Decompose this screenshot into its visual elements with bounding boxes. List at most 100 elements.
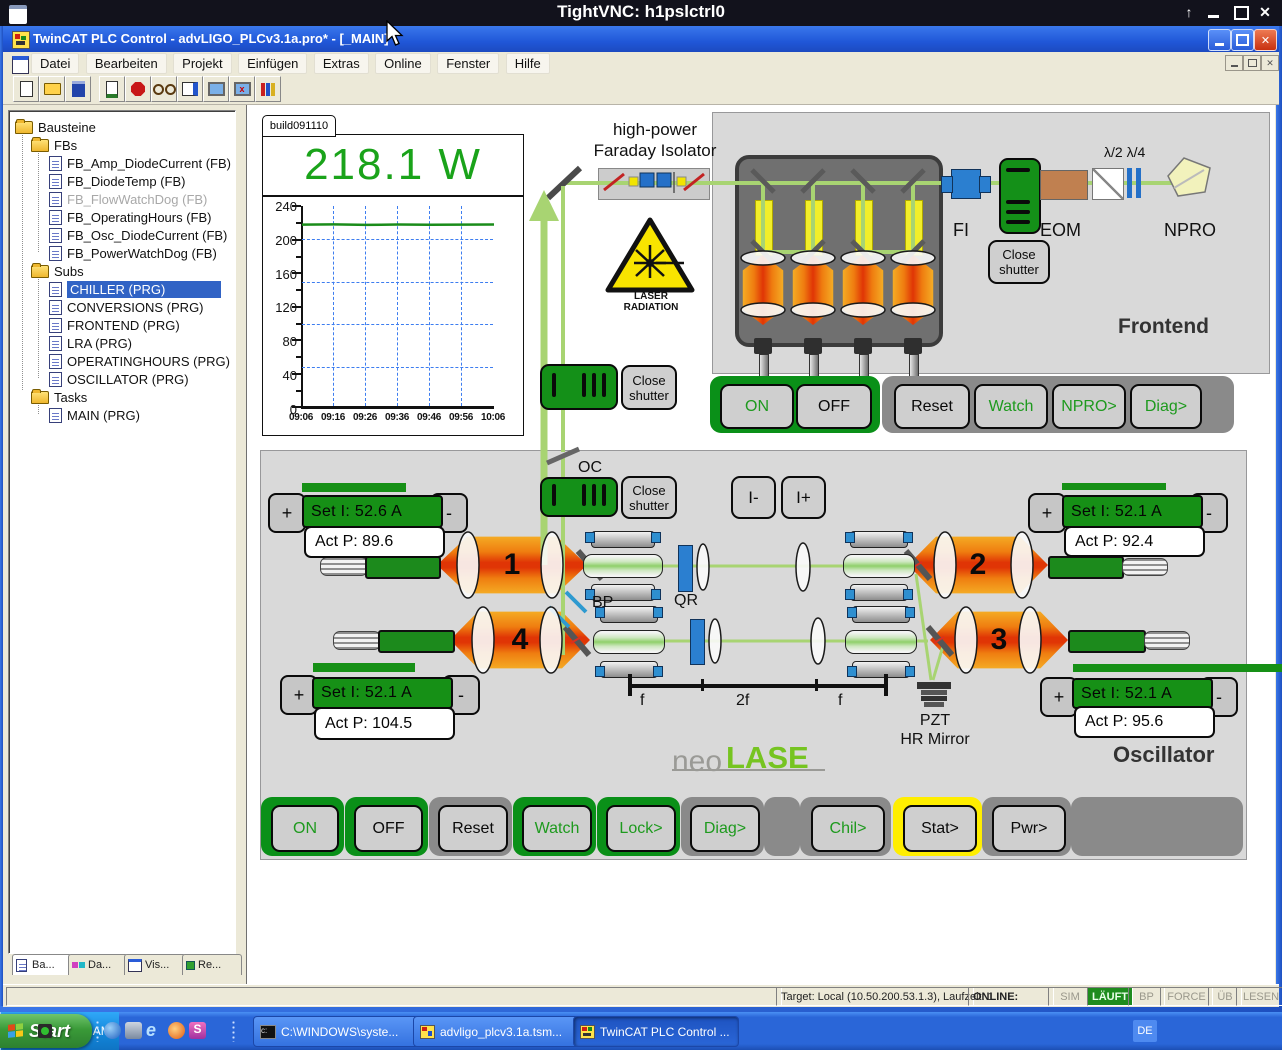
menu-fenster[interactable]: Fenster bbox=[437, 53, 499, 74]
tree-item[interactable]: MAIN (PRG) bbox=[49, 406, 140, 424]
hr-mirror-label: HR Mirror bbox=[885, 731, 985, 749]
tree-group-subs[interactable]: Subs bbox=[31, 262, 84, 280]
osc-on-button[interactable]: ON bbox=[271, 805, 339, 852]
oc-close-shutter-button[interactable]: Closeshutter bbox=[621, 476, 677, 519]
frontend-diag-button[interactable]: Diag> bbox=[1130, 384, 1202, 429]
power-bar-head-2 bbox=[1062, 483, 1166, 490]
current-decrement-button[interactable]: I- bbox=[731, 476, 776, 519]
head-1-plus-button[interactable]: + bbox=[268, 493, 306, 533]
menu-hilfe[interactable]: Hilfe bbox=[506, 53, 550, 74]
tree-item-disabled[interactable]: FB_FlowWatchDog (FB) bbox=[49, 190, 207, 208]
tree-item[interactable]: FRONTEND (PRG) bbox=[49, 316, 180, 334]
tab-data-types[interactable]: Da... bbox=[68, 954, 128, 975]
windows-logo-icon bbox=[8, 1023, 24, 1039]
menu-einfuegen[interactable]: Einfügen bbox=[238, 53, 307, 74]
library-button[interactable] bbox=[255, 76, 281, 102]
osc-stat-button[interactable]: Stat> bbox=[903, 805, 977, 852]
frontend-reset-button[interactable]: Reset bbox=[894, 384, 970, 429]
tree-item[interactable]: LRA (PRG) bbox=[49, 334, 132, 352]
osc-pwr-button[interactable]: Pwr> bbox=[992, 805, 1066, 852]
online-monitor-button[interactable] bbox=[203, 76, 229, 102]
twincat-tray-icon[interactable] bbox=[38, 1024, 52, 1038]
tree-root-bausteine[interactable]: Bausteine bbox=[15, 118, 96, 136]
vnc-maximize-icon[interactable] bbox=[1234, 6, 1249, 20]
twincat-titlebar[interactable]: TwinCAT PLC Control - advLIGO_PLCv3.1a.p… bbox=[3, 26, 1279, 52]
open-project-button[interactable] bbox=[39, 76, 65, 102]
external-close-shutter-button[interactable]: Closeshutter bbox=[621, 365, 677, 410]
folder-icon bbox=[31, 139, 49, 152]
pump-rod bbox=[365, 556, 441, 579]
tree-item[interactable]: OSCILLATOR (PRG) bbox=[49, 370, 189, 388]
vnc-minimize-icon[interactable] bbox=[1208, 15, 1219, 18]
download-button[interactable] bbox=[99, 76, 125, 102]
new-file-button[interactable] bbox=[13, 76, 39, 102]
tab-visualizations[interactable]: Vis... bbox=[124, 954, 186, 975]
current-increment-button[interactable]: I+ bbox=[781, 476, 826, 519]
oc-shutter bbox=[540, 477, 618, 517]
quicklaunch-icon-2[interactable] bbox=[125, 1022, 142, 1039]
head-4-act-power: Act P: 104.5 bbox=[314, 707, 455, 740]
tree-item[interactable]: FB_PowerWatchDog (FB) bbox=[49, 244, 217, 262]
osc-reset-button[interactable]: Reset bbox=[438, 805, 508, 852]
save-button[interactable] bbox=[65, 76, 91, 102]
frontend-npro-button[interactable]: NPRO> bbox=[1052, 384, 1126, 429]
quicklaunch-icon-1[interactable] bbox=[104, 1022, 121, 1039]
firefox-quicklaunch-icon[interactable] bbox=[168, 1022, 185, 1039]
osc-watch-button[interactable]: Watch bbox=[522, 805, 592, 852]
pump-rod bbox=[1068, 630, 1146, 653]
language-indicator[interactable]: DE bbox=[1133, 1020, 1157, 1042]
osc-lock-button[interactable]: Lock> bbox=[606, 805, 676, 852]
osc-chil-button[interactable]: Chil> bbox=[811, 805, 885, 852]
window-close-button[interactable]: ✕ bbox=[1254, 29, 1277, 51]
menu-online[interactable]: Online bbox=[375, 53, 431, 74]
laser-head-assembly bbox=[843, 529, 913, 601]
vnc-fullscreen-icon[interactable]: ↑ bbox=[1178, 4, 1200, 22]
y-tick-label: 40 bbox=[265, 368, 297, 383]
tab-resources[interactable]: Re... bbox=[182, 954, 242, 975]
menu-projekt[interactable]: Projekt bbox=[173, 53, 231, 74]
frontend-close-shutter-button[interactable]: Closeshutter bbox=[988, 240, 1050, 284]
window-minimize-button[interactable] bbox=[1208, 29, 1231, 51]
osc-diag-button[interactable]: Diag> bbox=[690, 805, 760, 852]
quicklaunch-icon-5[interactable]: S bbox=[189, 1022, 206, 1039]
mdi-minimize-button[interactable] bbox=[1225, 55, 1243, 71]
pump-crystal bbox=[755, 200, 773, 256]
task-button-cmd[interactable]: c: C:\WINDOWS\syste... bbox=[253, 1016, 419, 1047]
tree-item[interactable]: CONVERSIONS (PRG) bbox=[49, 298, 204, 316]
task-button-tsm[interactable]: advligo_plcv3.1a.tsm... bbox=[413, 1016, 579, 1047]
tab-pous[interactable]: Ba... bbox=[12, 954, 72, 975]
tree-item[interactable]: FB_Osc_DiodeCurrent (FB) bbox=[49, 226, 227, 244]
osc-off-button[interactable]: OFF bbox=[354, 805, 423, 852]
tree-item[interactable]: FB_DiodeTemp (FB) bbox=[49, 172, 185, 190]
tree-group-tasks[interactable]: Tasks bbox=[31, 388, 87, 406]
menu-extras[interactable]: Extras bbox=[314, 53, 369, 74]
power-trend-chart: 240 200 160 120 80 40 0 09:06 09:16 09:2… bbox=[262, 196, 524, 436]
frontend-on-button[interactable]: ON bbox=[720, 384, 794, 429]
toolbar: x bbox=[3, 74, 1279, 105]
task-button-twincat[interactable]: TwinCAT PLC Control ... bbox=[573, 1016, 739, 1047]
tree-item[interactable]: FB_Amp_DiodeCurrent (FB) bbox=[49, 154, 231, 172]
frontend-watch-button[interactable]: Watch bbox=[974, 384, 1048, 429]
tree-item-selected[interactable]: CHILLER (PRG) bbox=[49, 280, 221, 298]
save-icon bbox=[72, 81, 85, 97]
tree-item[interactable]: OPERATINGHOURS (PRG) bbox=[49, 352, 230, 370]
frontend-off-button[interactable]: OFF bbox=[796, 384, 872, 429]
stop-button[interactable] bbox=[125, 76, 151, 102]
ie-quicklaunch-icon[interactable]: e bbox=[146, 1020, 164, 1040]
vnc-close-icon[interactable]: ✕ bbox=[1254, 4, 1276, 22]
window-restore-button[interactable] bbox=[1231, 29, 1254, 51]
menu-datei[interactable]: Datei bbox=[31, 53, 79, 74]
login-button[interactable] bbox=[151, 76, 177, 102]
menu-bearbeiten[interactable]: Bearbeiten bbox=[86, 53, 167, 74]
tree-item[interactable]: FB_OperatingHours (FB) bbox=[49, 208, 212, 226]
pou-icon bbox=[49, 372, 62, 387]
tree-group-fbs[interactable]: FBs bbox=[31, 136, 77, 154]
head-2-plus-button[interactable]: + bbox=[1028, 493, 1066, 533]
pump-rod bbox=[378, 630, 455, 653]
vnc-titlebar[interactable]: TightVNC: h1pslctrl0 ↑ ✕ bbox=[0, 0, 1282, 26]
new-file-icon bbox=[20, 81, 33, 97]
mdi-close-button[interactable]: ✕ bbox=[1261, 55, 1279, 71]
logout-button[interactable]: x bbox=[229, 76, 255, 102]
mdi-restore-button[interactable] bbox=[1243, 55, 1261, 71]
rebuild-button[interactable] bbox=[177, 76, 203, 102]
